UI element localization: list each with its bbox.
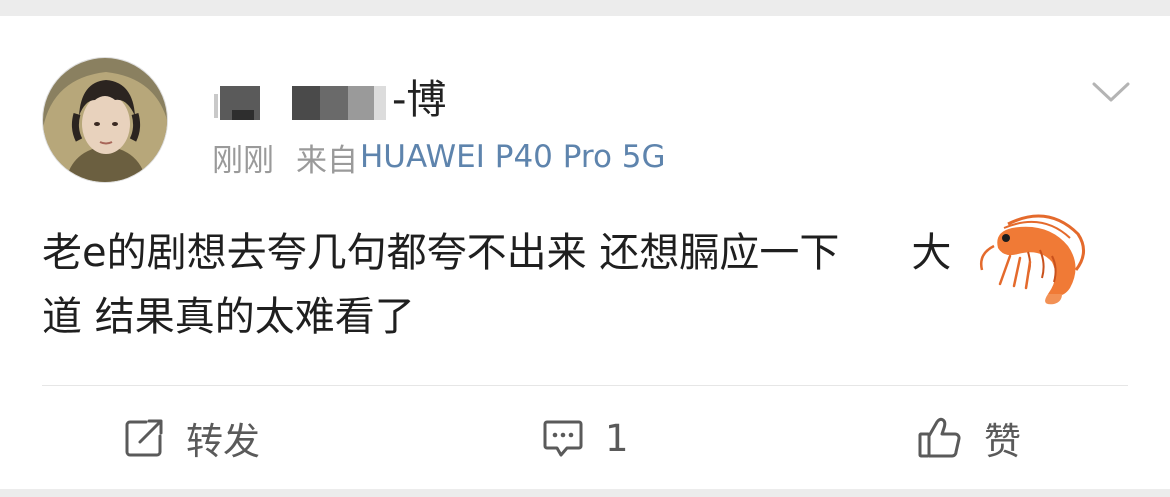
username-suffix: -博 bbox=[392, 77, 447, 123]
chevron-down-icon[interactable] bbox=[1090, 76, 1132, 106]
repost-button[interactable]: 转发 bbox=[122, 412, 260, 464]
like-button[interactable]: 赞 bbox=[916, 412, 1021, 464]
avatar[interactable] bbox=[42, 57, 168, 183]
username[interactable]: -博 bbox=[212, 70, 446, 130]
post-text-line-1-main: 老e的剧想去夸几句都夸不出来 还想膈应一下 bbox=[42, 230, 840, 276]
top-gap bbox=[0, 0, 1170, 16]
post-body: 老e的剧想去夸几句都夸不出来 还想膈应一下 大 道 结果真的太难看了 bbox=[42, 221, 1102, 349]
repost-label: 转发 bbox=[186, 420, 260, 463]
comment-count: 1 bbox=[605, 416, 629, 460]
post-text-line-1-tail: 大 bbox=[911, 230, 952, 276]
weibo-post-card: -博 刚刚 来自 HUAWEI P40 Pro 5G 老e的剧想去夸几句都夸不出… bbox=[0, 16, 1170, 489]
post-timestamp: 刚刚 bbox=[212, 142, 274, 179]
source-device-link[interactable]: HUAWEI P40 Pro 5G bbox=[360, 139, 666, 175]
thumbs-up-icon bbox=[918, 417, 961, 458]
bottom-gap bbox=[0, 489, 1170, 497]
divider bbox=[42, 385, 1128, 386]
username-mosaic-redaction bbox=[214, 86, 386, 120]
post-text-line-1: 老e的剧想去夸几句都夸不出来 还想膈应一下 大 bbox=[42, 221, 1102, 285]
like-label: 赞 bbox=[984, 420, 1021, 463]
post-text-line-2: 道 结果真的太难看了 bbox=[42, 294, 415, 340]
source-prefix: 来自 bbox=[296, 142, 358, 179]
share-edit-icon bbox=[125, 419, 163, 457]
shrimp-emoji bbox=[980, 214, 1085, 305]
comment-bubble-icon bbox=[543, 420, 583, 457]
comment-button[interactable]: 1 bbox=[541, 412, 629, 464]
post-meta: 刚刚 来自 HUAWEI P40 Pro 5G bbox=[212, 134, 666, 180]
